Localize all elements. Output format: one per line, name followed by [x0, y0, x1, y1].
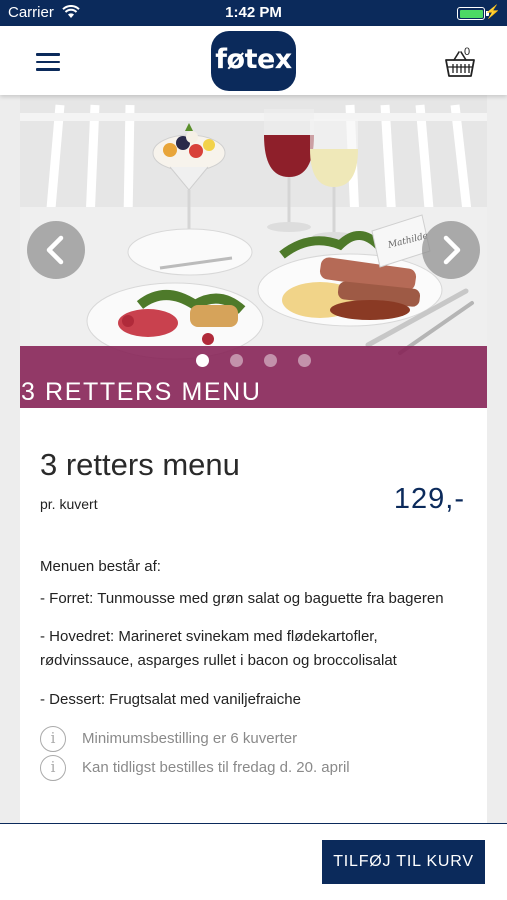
carousel-dot-2[interactable]: [230, 354, 243, 367]
product-title: 3 retters menu: [40, 447, 240, 482]
carousel-dot-1[interactable]: [196, 354, 209, 367]
per-unit-label: pr. kuvert: [40, 496, 98, 512]
carousel-dot-4[interactable]: [298, 354, 311, 367]
battery-icon: [457, 7, 485, 20]
carousel-dot-3[interactable]: [264, 354, 277, 367]
hero-carousel[interactable]: Mathilde 3 RETTERS MENU: [20, 95, 487, 408]
carousel-prev-button[interactable]: [27, 221, 85, 279]
price: 129,-: [393, 483, 465, 515]
basket-count-badge: 0: [464, 46, 471, 58]
fotex-logo[interactable]: føtex: [211, 31, 296, 91]
menu-dessert: - Dessert: Frugtsalat med vaniljefraiche: [40, 691, 301, 708]
earliest-order-text: Kan tidligst bestilles til fredag d. 20.…: [82, 759, 350, 776]
carousel-dots: [20, 354, 487, 368]
menu-starter: - Forret: Tunmousse med grøn salat og ba…: [40, 590, 444, 607]
carousel-next-button[interactable]: [422, 221, 480, 279]
nav-bar: føtex 0: [0, 26, 507, 95]
minimum-order-text: Minimumsbestilling er 6 kuverter: [82, 730, 298, 747]
menu-main-course: - Hovedret: Marineret svinekam med fløde…: [40, 628, 397, 669]
hero-title: 3 RETTERS MENU: [21, 378, 262, 406]
clock: 1:42 PM: [225, 4, 282, 21]
chevron-left-icon: [46, 235, 64, 265]
basket-icon[interactable]: [444, 48, 476, 78]
status-bar: Carrier 1:42 PM ⚡: [0, 0, 507, 26]
charging-icon: ⚡: [484, 4, 501, 19]
bottom-action-bar: TILFØJ TIL KURV: [0, 823, 507, 900]
info-icon: i: [40, 726, 66, 752]
menu-intro: Menuen består af:: [40, 558, 161, 575]
add-to-cart-button[interactable]: TILFØJ TIL KURV: [322, 840, 485, 884]
info-icon: i: [40, 755, 66, 781]
product-card: Mathilde 3 RETTERS MENU 3 retters menu p…: [20, 95, 487, 825]
hamburger-menu-icon[interactable]: [36, 53, 60, 71]
chevron-right-icon: [443, 235, 461, 265]
